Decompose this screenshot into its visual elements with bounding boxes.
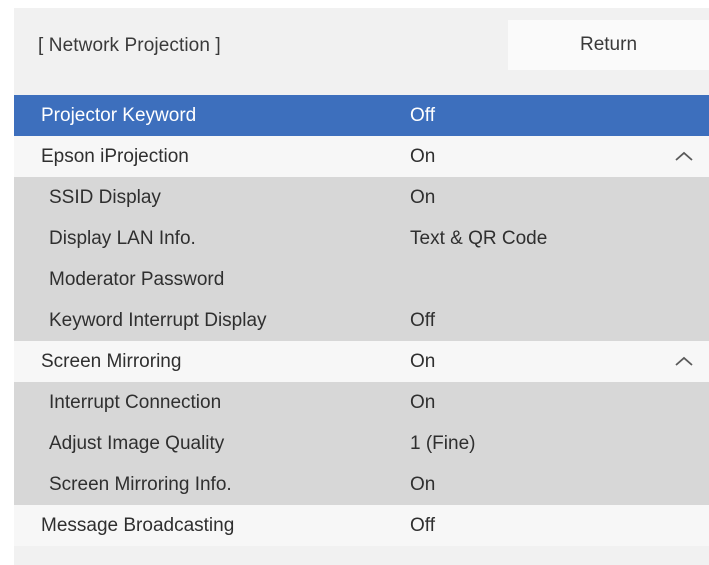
menu-item-label: Epson iProjection (41, 146, 189, 167)
menu-item-value: Off (410, 105, 435, 126)
menu-item-label: Adjust Image Quality (49, 433, 225, 454)
menu-item-keyword-interrupt-display[interactable]: Keyword Interrupt Display Off (14, 300, 709, 341)
menu-item-value: Text & QR Code (410, 228, 548, 249)
chevron-up-icon[interactable] (674, 136, 694, 177)
menu-item-epson-iprojection[interactable]: Epson iProjection On (14, 136, 709, 177)
network-projection-panel: [ Network Projection ] Return Projector … (14, 8, 709, 565)
menu-item-value: On (410, 146, 436, 167)
menu-item-screen-mirroring-info[interactable]: Screen Mirroring Info. On (14, 464, 709, 505)
menu-item-label: Screen Mirroring (41, 351, 182, 372)
menu-item-message-broadcasting[interactable]: Message Broadcasting Off (14, 505, 709, 546)
menu-item-value: On (410, 474, 436, 495)
menu-item-value: On (410, 392, 436, 413)
page-title: [ Network Projection ] (38, 35, 221, 56)
menu-item-interrupt-connection[interactable]: Interrupt Connection On (14, 382, 709, 423)
menu-item-adjust-image-quality[interactable]: Adjust Image Quality 1 (Fine) (14, 423, 709, 464)
menu-item-label: Keyword Interrupt Display (49, 310, 267, 331)
menu-item-label: SSID Display (49, 187, 161, 208)
menu-item-label: Moderator Password (49, 269, 225, 290)
menu-item-display-lan-info[interactable]: Display LAN Info. Text & QR Code (14, 218, 709, 259)
menu-item-value: 1 (Fine) (410, 433, 476, 454)
menu-item-label: Projector Keyword (41, 105, 197, 126)
menu-item-label: Message Broadcasting (41, 515, 235, 536)
menu-item-screen-mirroring[interactable]: Screen Mirroring On (14, 341, 709, 382)
menu-item-moderator-password[interactable]: Moderator Password (14, 259, 709, 300)
settings-list: Projector Keyword Off Epson iProjection … (14, 95, 709, 546)
panel-header: [ Network Projection ] Return (14, 8, 709, 88)
menu-item-value: On (410, 351, 436, 372)
menu-item-label: Screen Mirroring Info. (49, 474, 232, 495)
menu-item-label: Interrupt Connection (49, 392, 222, 413)
menu-item-value: Off (410, 515, 435, 536)
menu-item-label: Display LAN Info. (49, 228, 196, 249)
menu-item-value: Off (410, 310, 435, 331)
menu-item-projector-keyword[interactable]: Projector Keyword Off (14, 95, 709, 136)
return-button[interactable]: Return (508, 20, 709, 70)
menu-item-value: On (410, 187, 436, 208)
menu-item-ssid-display[interactable]: SSID Display On (14, 177, 709, 218)
chevron-up-icon[interactable] (674, 341, 694, 382)
